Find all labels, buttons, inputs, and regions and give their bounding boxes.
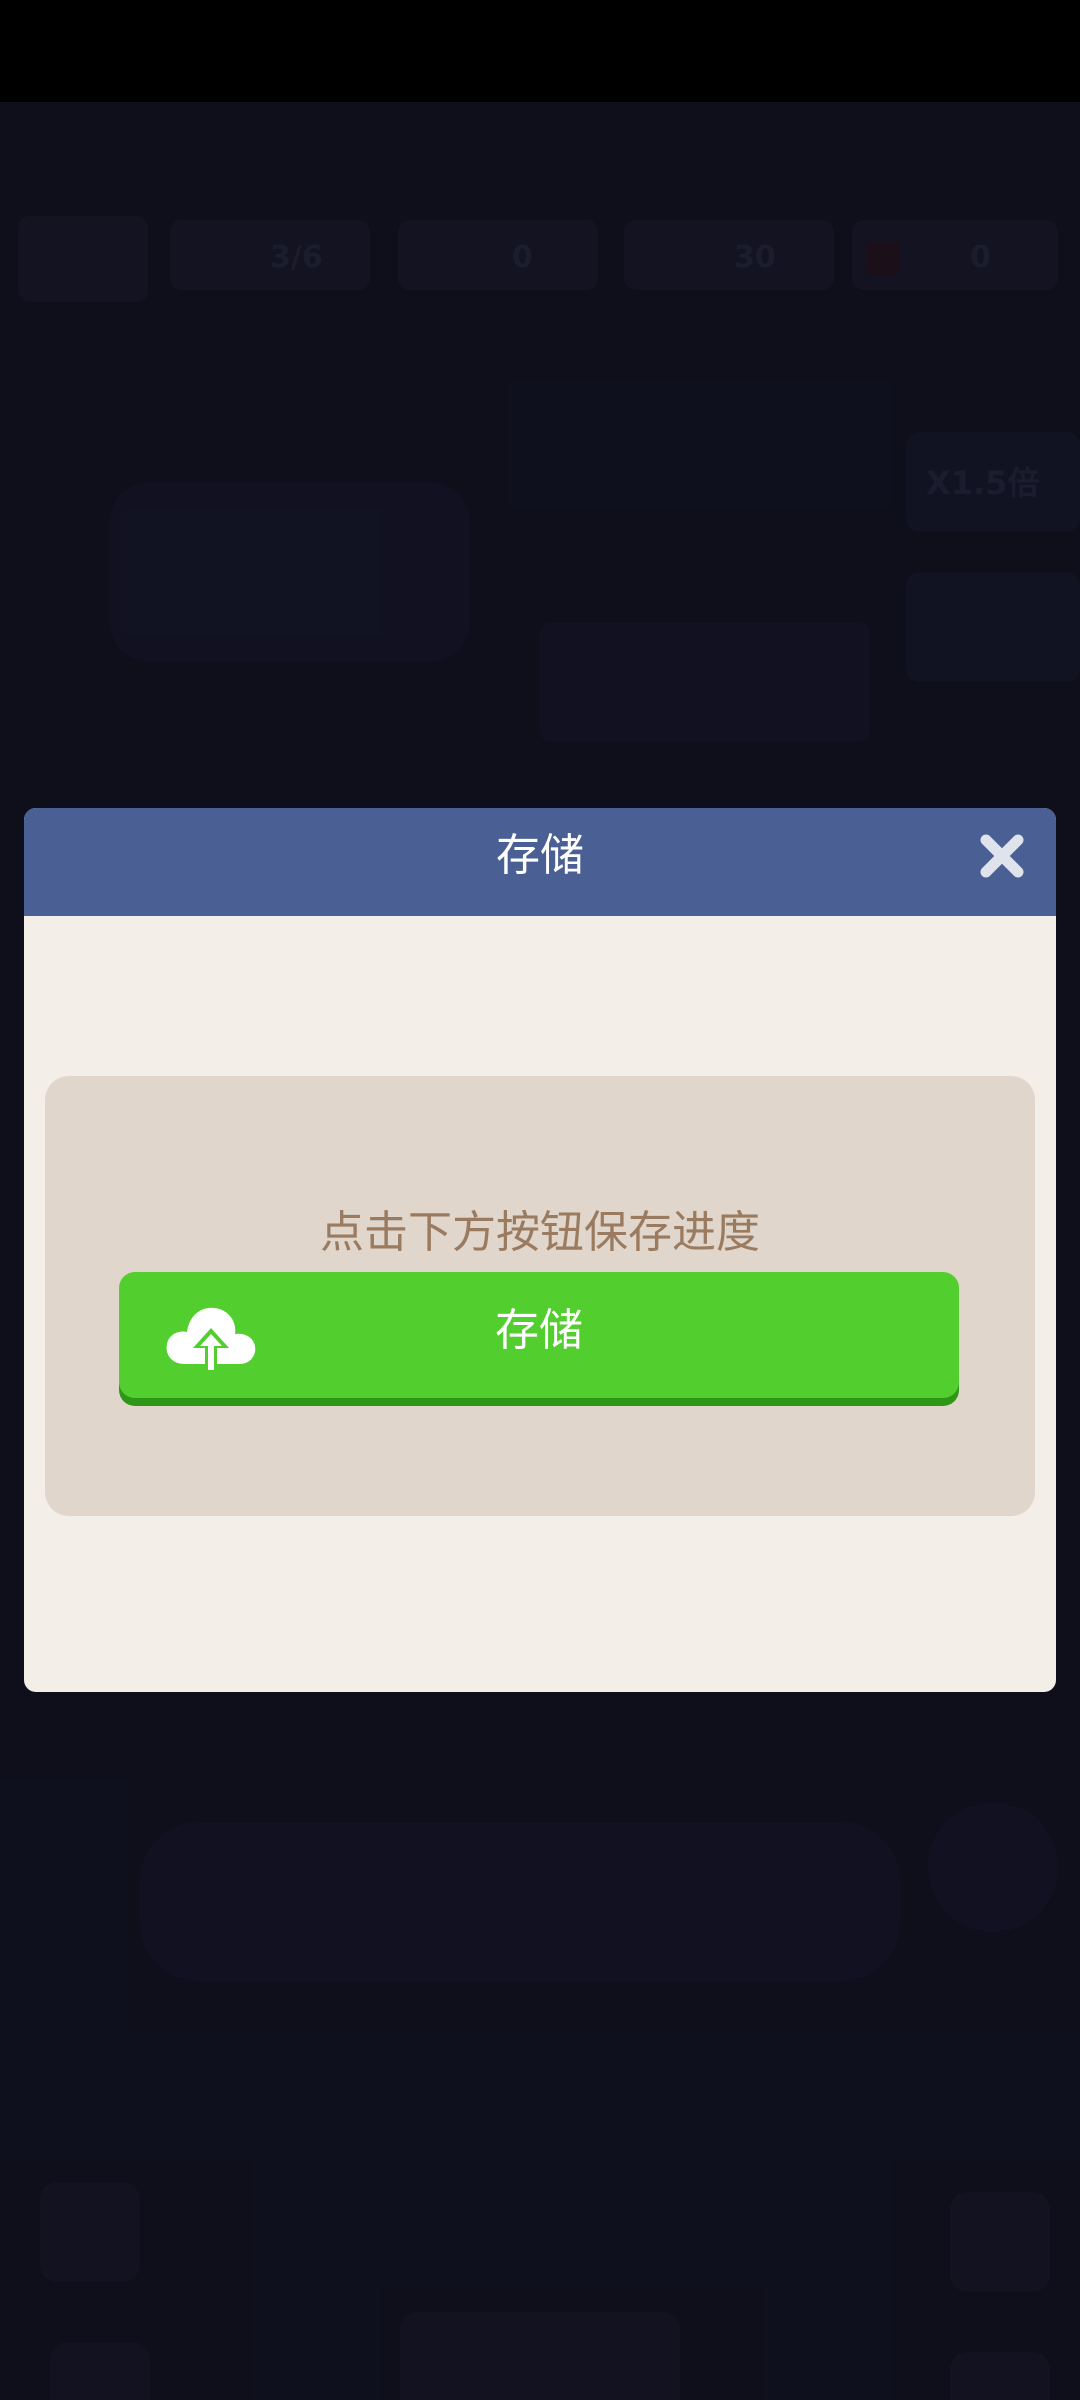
close-icon bbox=[980, 834, 1024, 878]
save-button-label: 存储 bbox=[495, 1305, 583, 1356]
dialog-title: 存储 bbox=[496, 830, 584, 881]
close-button[interactable] bbox=[978, 832, 1026, 880]
save-panel: 点击下方按钮保存进度 存储 bbox=[45, 1076, 1035, 1516]
status-bar bbox=[0, 0, 1080, 102]
save-prompt: 点击下方按钮保存进度 bbox=[320, 1207, 760, 1258]
dialog-header: 存储 bbox=[24, 808, 1056, 916]
save-button[interactable]: 存储 bbox=[119, 1272, 959, 1398]
save-dialog: 存储 点击下方按钮保存进度 存储 bbox=[24, 808, 1056, 1692]
